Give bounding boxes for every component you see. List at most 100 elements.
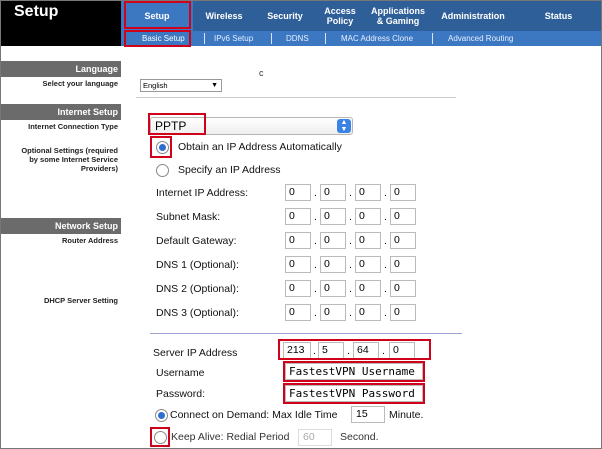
dot-separator: .	[314, 283, 317, 295]
stray-character: c	[259, 68, 264, 78]
sub-navigation: Basic Setup IPv6 Setup DDNS MAC Address …	[121, 31, 602, 46]
language-value: English	[143, 81, 168, 90]
select-stepper-icon: ▲ ▼	[337, 119, 351, 133]
internet-ip-label: Internet IP Address:	[156, 187, 249, 199]
subtab-mac-address-clone[interactable]: MAC Address Clone	[341, 31, 413, 46]
subnav-divider	[204, 33, 205, 44]
subnet-mask-octet-1[interactable]: 0	[285, 208, 311, 225]
dns3-label: DNS 3 (Optional):	[156, 307, 239, 319]
section-divider	[150, 333, 462, 334]
internet-ip-octet-2[interactable]: 0	[320, 184, 346, 201]
tab-status[interactable]: Status	[515, 0, 602, 31]
connect-on-demand-radio[interactable]	[155, 409, 168, 422]
dns1-octet-4[interactable]: 0	[390, 256, 416, 273]
section-network-setup: Network Setup	[0, 218, 121, 234]
dot-separator: .	[384, 283, 387, 295]
tab-applications-gaming-label: Applications & Gaming	[370, 5, 425, 26]
obtain-ip-label: Obtain an IP Address Automatically	[178, 141, 342, 153]
pptp-highlight	[148, 113, 206, 135]
dot-separator: .	[384, 211, 387, 223]
specify-ip-label: Specify an IP Address	[178, 164, 281, 176]
section-language: Language	[0, 61, 121, 77]
tab-access-policy[interactable]: Access Policy	[315, 0, 365, 31]
dns1-octet-2[interactable]: 0	[320, 256, 346, 273]
dot-separator: .	[349, 187, 352, 199]
tab-administration[interactable]: Administration	[431, 0, 515, 31]
dot-separator: .	[384, 259, 387, 271]
section-internet-setup: Internet Setup	[0, 104, 121, 120]
dot-separator: .	[384, 235, 387, 247]
dot-separator: .	[349, 283, 352, 295]
subnet-mask-octet-3[interactable]: 0	[355, 208, 381, 225]
dot-separator: .	[314, 235, 317, 247]
dot-separator: .	[349, 211, 352, 223]
default-gateway-label: Default Gateway:	[156, 235, 237, 247]
max-idle-time-unit: Minute.	[389, 409, 424, 421]
gateway-octet-2[interactable]: 0	[320, 232, 346, 249]
label-optional-settings: Optional Settings (required by some Inte…	[21, 146, 118, 173]
server-ip-highlight	[278, 339, 431, 360]
dns3-octet-3[interactable]: 0	[355, 304, 381, 321]
header-brand-area: Setup	[0, 0, 121, 46]
dns2-octet-1[interactable]: 0	[285, 280, 311, 297]
internet-ip-octet-3[interactable]: 0	[355, 184, 381, 201]
subnav-divider	[271, 33, 272, 44]
obtain-radio-highlight	[150, 136, 172, 158]
specify-ip-radio[interactable]	[156, 164, 169, 177]
subtab-advanced-routing[interactable]: Advanced Routing	[448, 31, 513, 46]
label-select-language: Select your language	[42, 79, 118, 88]
subnet-mask-octet-4[interactable]: 0	[390, 208, 416, 225]
username-highlight	[283, 361, 425, 382]
dns3-octet-1[interactable]: 0	[285, 304, 311, 321]
dot-separator: .	[314, 211, 317, 223]
tab-access-policy-label: Access Policy	[324, 5, 356, 26]
dns1-octet-1[interactable]: 0	[285, 256, 311, 273]
divider	[136, 97, 456, 98]
dot-separator: .	[314, 307, 317, 319]
gateway-octet-1[interactable]: 0	[285, 232, 311, 249]
keep-alive-label: Keep Alive: Redial Period	[171, 431, 290, 443]
subnav-divider	[325, 33, 326, 44]
dot-separator: .	[349, 235, 352, 247]
server-ip-label: Server IP Address	[153, 347, 238, 359]
password-highlight	[283, 383, 425, 404]
dot-separator: .	[384, 187, 387, 199]
subtab-ipv6-setup[interactable]: IPv6 Setup	[214, 31, 253, 46]
username-label: Username	[156, 367, 205, 379]
dropdown-arrow-icon: ▼	[211, 82, 218, 89]
dns1-octet-3[interactable]: 0	[355, 256, 381, 273]
max-idle-time-input[interactable]: 15	[351, 406, 385, 423]
dot-separator: .	[314, 259, 317, 271]
redial-period-unit: Second.	[340, 431, 379, 443]
dns2-label: DNS 2 (Optional):	[156, 283, 239, 295]
keep-alive-highlight	[150, 427, 170, 447]
connect-on-demand-label: Connect on Demand: Max Idle Time	[170, 409, 338, 421]
internet-ip-octet-4[interactable]: 0	[390, 184, 416, 201]
page-title: Setup	[14, 3, 59, 20]
label-dhcp-server: DHCP Server Setting	[43, 296, 118, 305]
dns3-octet-2[interactable]: 0	[320, 304, 346, 321]
subnav-divider	[432, 33, 433, 44]
dot-separator: .	[314, 187, 317, 199]
subnet-mask-octet-2[interactable]: 0	[320, 208, 346, 225]
dns2-octet-2[interactable]: 0	[320, 280, 346, 297]
dns2-octet-4[interactable]: 0	[390, 280, 416, 297]
subnet-mask-label: Subnet Mask:	[156, 211, 221, 223]
redial-period-input[interactable]: 60	[298, 429, 332, 446]
internet-ip-octet-1[interactable]: 0	[285, 184, 311, 201]
basic-setup-highlight	[124, 30, 191, 47]
dot-separator: .	[349, 307, 352, 319]
dns1-label: DNS 1 (Optional):	[156, 259, 239, 271]
gateway-octet-4[interactable]: 0	[390, 232, 416, 249]
tab-applications-gaming[interactable]: Applications & Gaming	[365, 0, 431, 31]
gateway-octet-3[interactable]: 0	[355, 232, 381, 249]
tab-security[interactable]: Security	[255, 0, 315, 31]
label-router-address: Router Address	[62, 236, 118, 245]
language-select[interactable]: English ▼	[140, 79, 222, 92]
subtab-ddns[interactable]: DDNS	[286, 31, 309, 46]
dns2-octet-3[interactable]: 0	[355, 280, 381, 297]
top-navigation: Setup Wireless Security Access Policy Ap…	[121, 0, 602, 31]
dns3-octet-4[interactable]: 0	[390, 304, 416, 321]
password-label: Password:	[156, 388, 206, 400]
tab-wireless[interactable]: Wireless	[193, 0, 255, 31]
